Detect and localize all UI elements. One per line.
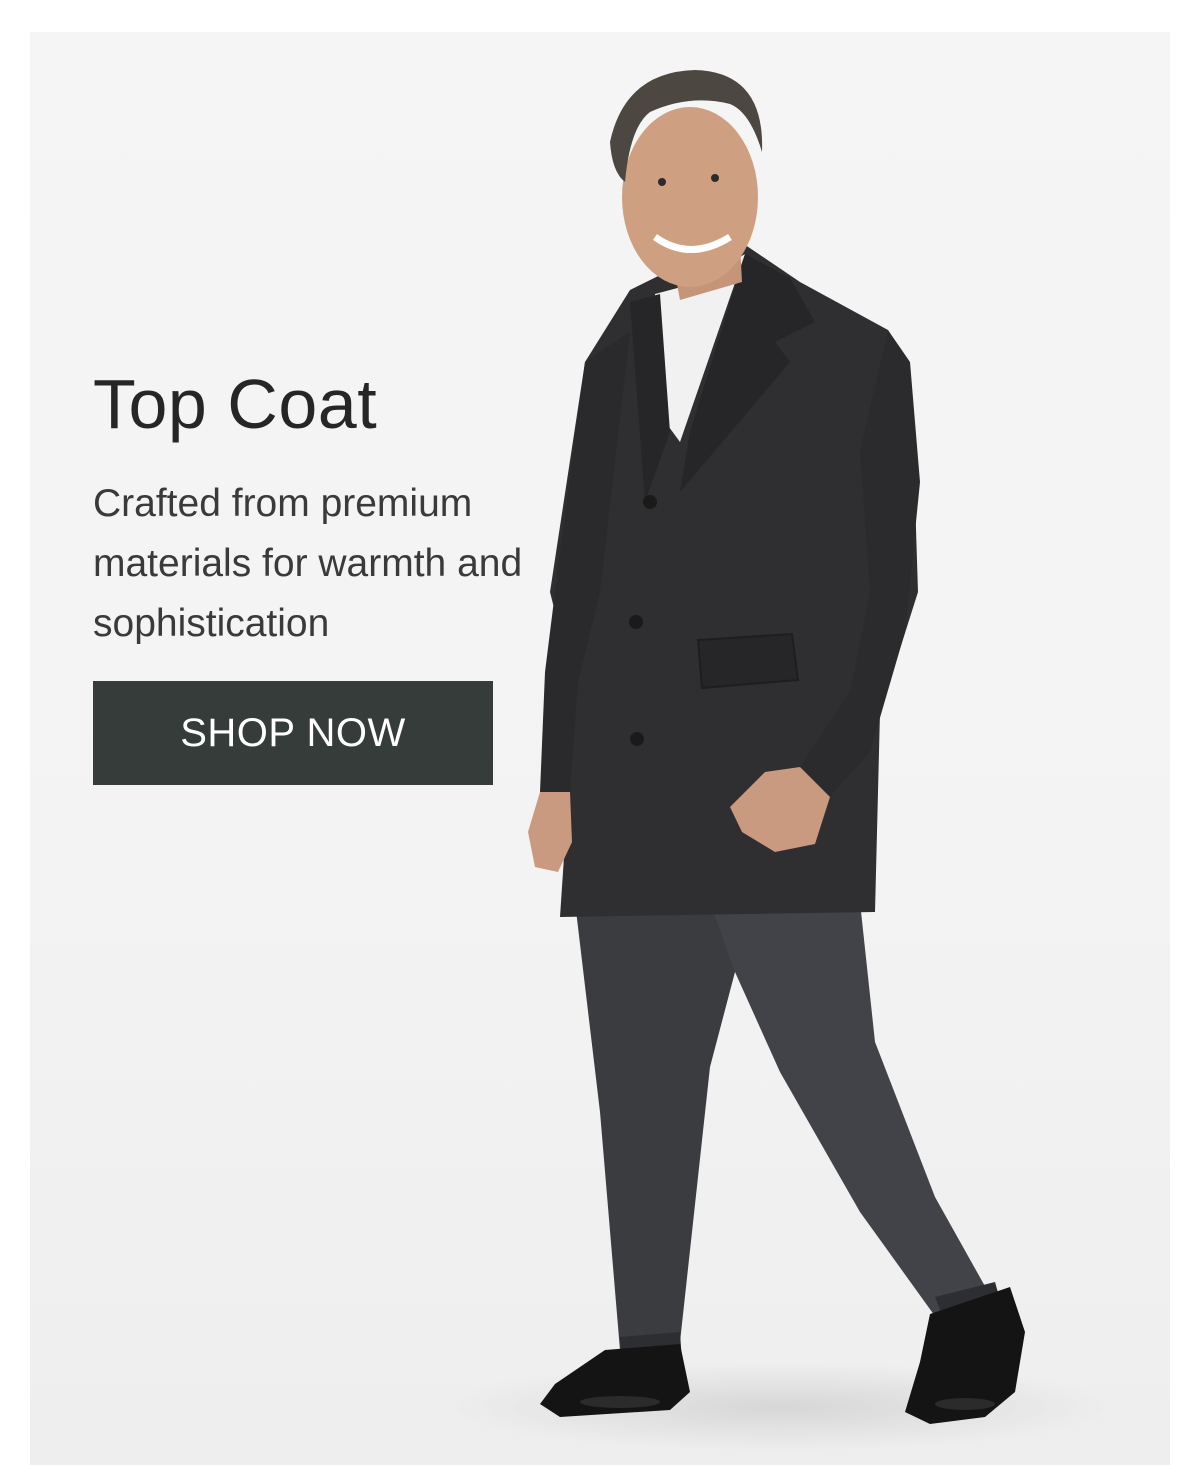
coat-button (629, 615, 643, 629)
subcopy: Crafted from premium materials for warmt… (93, 482, 523, 645)
pocket-flap (696, 632, 800, 690)
trousers (575, 902, 735, 1350)
hero-banner[interactable]: Top Coat Crafted from premium materials … (30, 32, 1170, 1465)
hero-copy: Top Coat Crafted from premium materials … (93, 362, 573, 654)
headline: Top Coat (93, 365, 378, 443)
shop-now-button[interactable]: SHOP NOW (93, 681, 493, 785)
face (622, 107, 758, 287)
coat-button (630, 732, 644, 746)
coat-button (643, 495, 657, 509)
trousers-right (710, 902, 1005, 1337)
